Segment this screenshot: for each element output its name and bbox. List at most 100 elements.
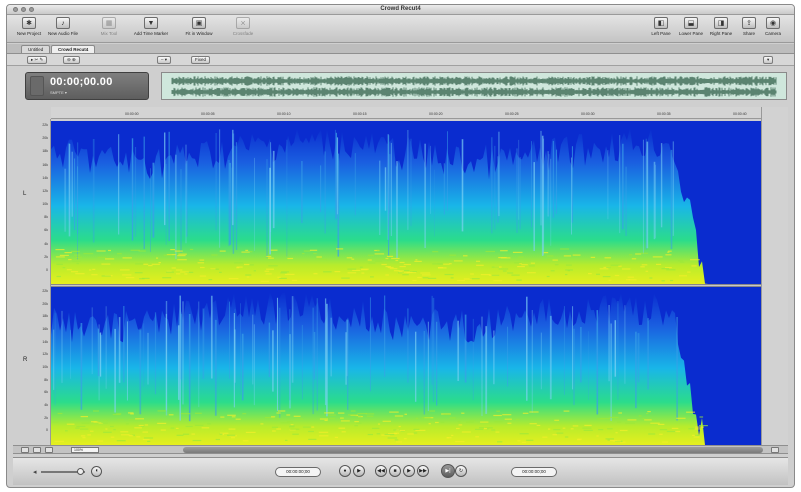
mix-tool-button[interactable]: ▦ Mix Tool [93, 17, 125, 36]
zoom-control[interactable]: ⊖ ⊕ [63, 56, 80, 64]
tab-untitled[interactable]: Untitled [21, 45, 51, 53]
frequency-tick-label: 20k [42, 136, 48, 141]
fast-forward-icon[interactable]: ▶▶ [417, 465, 429, 477]
left-pane-icon: ◧ [654, 17, 668, 29]
end-timecode-field[interactable]: 00:00:00;00 [511, 467, 557, 477]
frequency-tick-label: 16k [42, 162, 48, 167]
camera-icon: ◉ [766, 17, 780, 29]
spectrogram-right-svg [51, 287, 761, 445]
play-from-start-icon[interactable]: ▶ [353, 465, 365, 477]
ruler-tick-label: 00:00:05 [201, 112, 215, 116]
lower-pane-icon: ⬓ [684, 17, 698, 29]
new-project-icon: ✱ [22, 17, 36, 29]
new-project-button[interactable]: ✱ New Project [13, 17, 45, 36]
toolbar-label: Camera [764, 31, 781, 36]
ruler-tick-label: 00:00:35 [657, 112, 671, 116]
time-marker-icon: ▼ [144, 17, 158, 29]
window-title: Crowd Recut4 [380, 6, 421, 12]
toolbar-label: Lower Pane [678, 31, 704, 36]
view-menu[interactable]: – ▾ [157, 56, 172, 64]
spectrogram-left-channel[interactable] [51, 121, 761, 284]
spectrogram-right-channel[interactable] [51, 287, 761, 445]
frequency-tick-label: 14k [42, 175, 48, 180]
frequency-tick-label: 6k [44, 390, 48, 395]
spectrogram-left-svg [51, 121, 761, 284]
frequency-tick-label: 12k [42, 188, 48, 193]
toolbar-label: Add Time Marker [133, 31, 169, 36]
frequency-tick-label: 18k [42, 314, 48, 319]
volume-low-icon: ◂ [33, 469, 37, 476]
overview-waveform [171, 76, 777, 97]
toolbar-label: Crossfade [232, 31, 254, 36]
share-icon: ⇪ [742, 17, 756, 29]
waveform-overview[interactable] [161, 72, 787, 100]
frequency-tick-label: 2k [44, 415, 48, 420]
frequency-tick-label: 4k [44, 403, 48, 407]
toolbar-label: Left Pane [651, 31, 671, 36]
frequency-tick-label: 22k [42, 289, 48, 293]
timecode-format[interactable]: SMPTE ▾ [50, 90, 67, 95]
ruler-tick-label: 00:00:40 [733, 112, 747, 116]
toolbar-label: Share [742, 31, 755, 36]
mix-tool-icon: ▦ [102, 17, 116, 29]
go-to-end-icon[interactable]: ▶| [441, 464, 455, 478]
frequency-tick-label: 8k [44, 377, 48, 382]
zoom-in-icon[interactable] [45, 447, 53, 453]
start-timecode-field[interactable]: 00:00:00;00 [275, 467, 321, 477]
frequency-tick-label: 2k [44, 254, 48, 259]
ruler-tick-label: 00:00:10 [277, 112, 291, 116]
play-icon[interactable]: ▶ [403, 465, 415, 477]
speaker-icon[interactable]: ◖ [91, 466, 102, 477]
toolbar: ✱ New Project ♪ New Audio File ▦ Mix Tool ▼ Add… [7, 15, 794, 43]
frequency-tick-label: 8k [44, 215, 48, 220]
document-tabs: Untitled Crowd Recut4 [7, 44, 794, 54]
tab-crowd-recut4[interactable]: Crowd Recut4 [51, 45, 96, 53]
channel-label-left: L [23, 191, 27, 197]
volume-slider-knob[interactable] [77, 468, 84, 475]
scroll-right-icon[interactable] [771, 447, 779, 453]
ruler-tick-label: 00:00:30 [581, 112, 595, 116]
frequency-tick-label: 20k [42, 301, 48, 306]
frequency-tick-label: 14k [42, 339, 48, 344]
loop-icon[interactable]: ↻ [455, 465, 467, 477]
camera-button[interactable]: ◉ Camera [757, 17, 789, 36]
frequency-tick-label: 0 [46, 267, 48, 272]
editor-subbar: ▸ ✂ ✎ ⊖ ⊕ – ▾ Fixed ▾ [7, 54, 794, 66]
crossfade-icon: ⨯ [236, 17, 250, 29]
record-button-icon[interactable]: ● [339, 465, 351, 477]
rewind-icon[interactable]: ◀◀ [375, 465, 387, 477]
time-ruler[interactable]: 00:00:00 00:00:05 00:00:10 00:00:15 00:00:20… [51, 107, 761, 119]
right-margin [761, 107, 788, 445]
toolbar-label: New Project [16, 31, 42, 36]
horizontal-scrollbar[interactable]: 100% [13, 445, 788, 454]
transport-bar: ◂ ◖ 00:00:00;00 00:00:00;00 ● ▶ ◀◀ ■ ▶ ▶▶ ▶| ↻ [13, 457, 788, 485]
ruler-tick-label: 00:00:15 [353, 112, 367, 116]
view-mode-select[interactable]: Fixed [191, 56, 211, 64]
timecode-display[interactable]: 00:00;00.00 SMPTE ▾ [25, 72, 149, 100]
toolbar-label: Fit in Window [185, 31, 213, 36]
frequency-tick-label: 0 [46, 428, 48, 433]
scroll-thumb[interactable] [183, 447, 763, 453]
new-audio-file-icon: ♪ [56, 17, 70, 29]
frequency-tick-label: 10k [42, 365, 48, 369]
ruler-tick-label: 00:00:00 [125, 112, 139, 116]
lower-pane-button[interactable]: ⬓ Lower Pane [675, 17, 707, 36]
left-pane-button[interactable]: ◧ Left Pane [645, 17, 677, 36]
subbar-menu-button[interactable]: ▾ [763, 56, 774, 64]
channel-label-right: R [23, 357, 28, 363]
app-window: Crowd Recut4 ✱ New Project ♪ New Audio File… [6, 4, 795, 488]
scroll-left-icon[interactable] [21, 447, 29, 453]
add-time-marker-button[interactable]: ▼ Add Time Marker [133, 17, 169, 36]
frequency-tick-label: 22k [42, 123, 48, 127]
new-audio-file-button[interactable]: ♪ New Audio File [47, 17, 79, 36]
overview-waveform-lines [171, 76, 777, 97]
crossfade-button[interactable]: ⨯ Crossfade [227, 17, 259, 36]
zoom-out-icon[interactable] [33, 447, 41, 453]
right-pane-icon: ◨ [714, 17, 728, 29]
stop-icon[interactable]: ■ [389, 465, 401, 477]
frequency-tick-label: 10k [42, 202, 48, 206]
zoom-field[interactable]: 100% [71, 447, 99, 453]
tool-selector[interactable]: ▸ ✂ ✎ [27, 56, 48, 64]
toolbar-label: Right Pane [709, 31, 733, 36]
fit-in-window-button[interactable]: ▣ Fit in Window [183, 17, 215, 36]
